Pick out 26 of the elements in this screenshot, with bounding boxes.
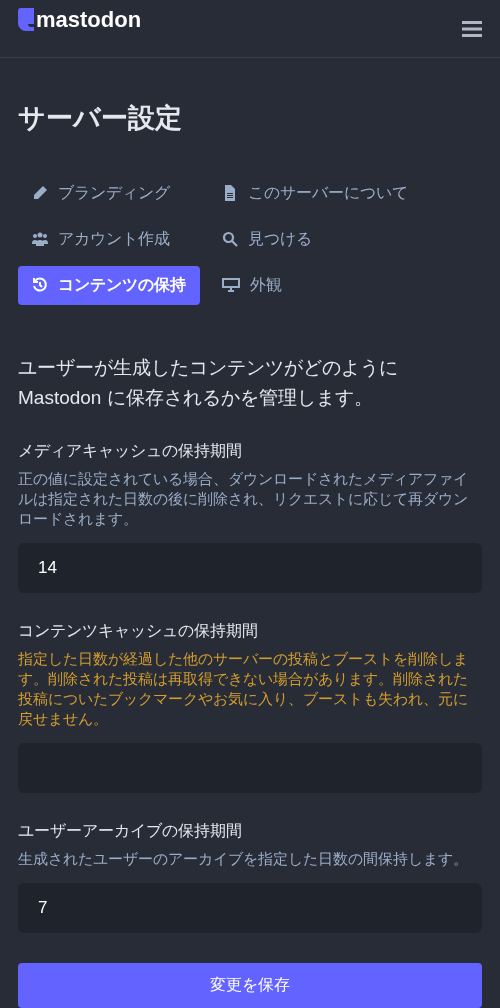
field-label: コンテンツキャッシュの保持期間 [18, 620, 259, 641]
field-hint: 正の値に設定されている場合、ダウンロードされたメディアファイルは指定された日数の後に削除され、リクエストに応じて再ダウンロードされます。 [18, 469, 469, 529]
field-hint: 指定した日数が経過した他のサーバーの投稿とブーストを削除します。削除された投稿は再取得できない場合があります。削除された投稿についたブックマークやお気に入り、ブーストも失われ、元に戻せません。 [18, 649, 469, 729]
nav-tab[interactable]: ブランディング [18, 173, 184, 213]
history-icon [32, 277, 48, 293]
input-field[interactable]: 14 [18, 542, 482, 593]
input-field[interactable]: 7 [18, 882, 482, 933]
field-label: ユーザーアーカイブの保持期間 [18, 820, 243, 841]
document-icon [222, 185, 238, 201]
intro-text: ユーザーが生成したコンテンツがどのように Mastodon に保存されるかを管理します。 [18, 355, 399, 410]
nav-tab[interactable]: コンテンツの保持 [18, 265, 200, 305]
monitor-icon [222, 277, 240, 293]
field-label: メディアキャッシュの保持期間 [18, 440, 243, 461]
users-icon [32, 231, 48, 247]
search-icon [222, 231, 238, 247]
save-button[interactable]: 変更を保存 [18, 962, 482, 1008]
nav-tab[interactable]: アカウント作成 [18, 219, 184, 259]
menu-icon[interactable] [462, 20, 482, 37]
nav-tab[interactable]: このサーバーについて [208, 173, 422, 213]
field-hint: 生成されたユーザーのアーカイブを指定した日数の間保持します。 [18, 849, 469, 869]
pencil-icon [32, 185, 48, 201]
logo-icon [18, 7, 34, 32]
nav-tab[interactable]: 見つける [208, 219, 326, 259]
logo-text[interactable]: mastodon [36, 7, 142, 32]
page-title: サーバー設定 [18, 102, 183, 135]
nav-tab[interactable]: 外観 [208, 265, 296, 305]
